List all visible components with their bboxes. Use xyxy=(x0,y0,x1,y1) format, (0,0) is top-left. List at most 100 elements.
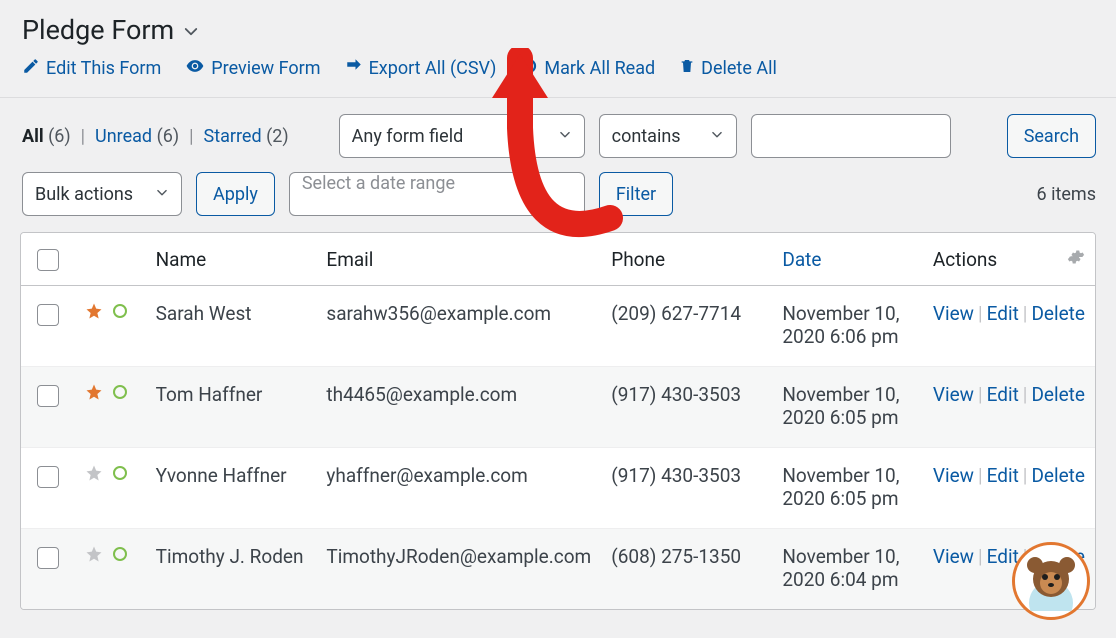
cell-date: November 10, 2020 6:05 pm xyxy=(772,367,923,448)
search-button[interactable]: Search xyxy=(1007,114,1096,158)
status-filter-tabs: All (6) | Unread (6) | Starred (2) xyxy=(22,126,289,147)
row-checkbox[interactable] xyxy=(37,466,59,488)
filter-starred-count: (2) xyxy=(266,126,289,147)
cell-name: Tom Haffner xyxy=(146,367,317,448)
cell-actions: View|Edit|Delete xyxy=(923,286,1095,367)
row-checkbox[interactable] xyxy=(37,385,59,407)
edit-link[interactable]: Edit xyxy=(987,545,1019,568)
view-link[interactable]: View xyxy=(933,383,974,406)
cell-email: yhaffner@example.com xyxy=(316,448,601,529)
sep: | xyxy=(81,126,85,147)
cell-actions: View|Edit|Delete xyxy=(923,367,1095,448)
search-input[interactable] xyxy=(751,114,951,158)
pencil-icon xyxy=(22,57,40,80)
export-all-link[interactable]: Export All (CSV) xyxy=(345,57,497,80)
form-field-select[interactable]: Any form field xyxy=(339,114,585,158)
page-header: Pledge Form Edit This Form Preview Form … xyxy=(0,0,1116,85)
filter-button-label: Filter xyxy=(616,184,656,205)
mark-all-read-link[interactable]: Mark All Read xyxy=(520,57,655,80)
apply-button[interactable]: Apply xyxy=(196,172,275,216)
cell-phone: (917) 430-3503 xyxy=(601,448,772,529)
select-all-checkbox[interactable] xyxy=(37,249,59,271)
date-range-input[interactable]: Select a date range xyxy=(289,172,585,216)
edit-link[interactable]: Edit xyxy=(987,383,1019,406)
star-icon[interactable] xyxy=(85,545,103,563)
help-mascot[interactable] xyxy=(1012,542,1090,620)
mark-all-read-label: Mark All Read xyxy=(544,58,655,79)
delete-link[interactable]: Delete xyxy=(1031,464,1085,487)
export-icon xyxy=(345,57,363,80)
filter-button[interactable]: Filter xyxy=(599,172,673,216)
filter-row-2: Bulk actions Apply Select a date range F… xyxy=(22,172,1096,216)
read-indicator-icon[interactable] xyxy=(113,304,127,318)
cell-name: Timothy J. Roden xyxy=(146,529,317,610)
edit-link[interactable]: Edit xyxy=(987,464,1019,487)
delete-link[interactable]: Delete xyxy=(1031,302,1085,325)
cell-email: th4465@example.com xyxy=(316,367,601,448)
bulk-actions-label: Bulk actions xyxy=(35,184,133,205)
filter-unread-label[interactable]: Unread xyxy=(95,126,152,147)
view-link[interactable]: View xyxy=(933,464,974,487)
delete-all-link[interactable]: Delete All xyxy=(679,57,777,80)
header-checkbox-col xyxy=(21,233,75,286)
filter-unread[interactable]: Unread (6) xyxy=(95,126,179,147)
header-date[interactable]: Date xyxy=(772,233,923,286)
cell-email: sarahw356@example.com xyxy=(316,286,601,367)
filter-starred[interactable]: Starred (2) xyxy=(204,126,289,147)
delete-link[interactable]: Delete xyxy=(1031,383,1085,406)
header-phone[interactable]: Phone xyxy=(601,233,772,286)
bulk-actions-select[interactable]: Bulk actions xyxy=(22,172,182,216)
preview-form-link[interactable]: Preview Form xyxy=(185,56,320,81)
circle-icon xyxy=(520,57,538,80)
cell-actions: View|Edit|Delete xyxy=(923,448,1095,529)
filter-all[interactable]: All (6) xyxy=(22,126,71,147)
star-icon[interactable] xyxy=(85,383,103,401)
chevron-down-icon xyxy=(155,184,169,205)
view-link[interactable]: View xyxy=(933,545,974,568)
filter-unread-count: (6) xyxy=(157,126,180,147)
form-field-select-label: Any form field xyxy=(352,126,464,147)
header-settings[interactable] xyxy=(1057,233,1095,286)
read-indicator-icon[interactable] xyxy=(113,385,127,399)
table-nav: All (6) | Unread (6) | Starred (2) Any f… xyxy=(0,98,1116,226)
filter-starred-label[interactable]: Starred xyxy=(204,126,262,147)
delete-all-label: Delete All xyxy=(701,58,777,79)
cell-date: November 10, 2020 6:04 pm xyxy=(772,529,923,610)
edit-form-link[interactable]: Edit This Form xyxy=(22,57,161,80)
read-indicator-icon[interactable] xyxy=(113,466,127,480)
row-checkbox[interactable] xyxy=(37,547,59,569)
chevron-down-icon[interactable] xyxy=(182,19,200,41)
cell-name: Sarah West xyxy=(146,286,317,367)
read-indicator-icon[interactable] xyxy=(113,547,127,561)
edit-link[interactable]: Edit xyxy=(987,302,1019,325)
operator-select[interactable]: contains xyxy=(599,114,737,158)
table-row: Yvonne Haffneryhaffner@example.com(917) … xyxy=(21,448,1095,529)
export-all-label: Export All (CSV) xyxy=(369,58,497,79)
table-row: Timothy J. RodenTimothyJRoden@example.co… xyxy=(21,529,1095,610)
cell-date: November 10, 2020 6:06 pm xyxy=(772,286,923,367)
cell-email: TimothyJRoden@example.com xyxy=(316,529,601,610)
items-count: 6 items xyxy=(1037,184,1096,205)
cell-name: Yvonne Haffner xyxy=(146,448,317,529)
row-checkbox[interactable] xyxy=(37,304,59,326)
filter-all-label: All xyxy=(22,126,44,147)
cell-phone: (917) 430-3503 xyxy=(601,367,772,448)
star-icon[interactable] xyxy=(85,302,103,320)
edit-form-label: Edit This Form xyxy=(46,58,161,79)
star-icon[interactable] xyxy=(85,464,103,482)
header-email[interactable]: Email xyxy=(316,233,601,286)
cell-date: November 10, 2020 6:05 pm xyxy=(772,448,923,529)
trash-icon xyxy=(679,57,695,80)
filter-row-1: All (6) | Unread (6) | Starred (2) Any f… xyxy=(22,114,1096,158)
entries-table: Name Email Phone Date Actions Sarah West… xyxy=(20,232,1096,610)
table-row: Sarah Westsarahw356@example.com(209) 627… xyxy=(21,286,1095,367)
header-date-label[interactable]: Date xyxy=(782,248,821,271)
title-row: Pledge Form xyxy=(22,14,1096,46)
view-link[interactable]: View xyxy=(933,302,974,325)
chevron-down-icon xyxy=(710,126,724,147)
gear-icon[interactable] xyxy=(1067,248,1085,271)
date-range-placeholder: Select a date range xyxy=(302,173,455,194)
header-name[interactable]: Name xyxy=(146,233,317,286)
cell-phone: (209) 627-7714 xyxy=(601,286,772,367)
sep: | xyxy=(189,126,193,147)
